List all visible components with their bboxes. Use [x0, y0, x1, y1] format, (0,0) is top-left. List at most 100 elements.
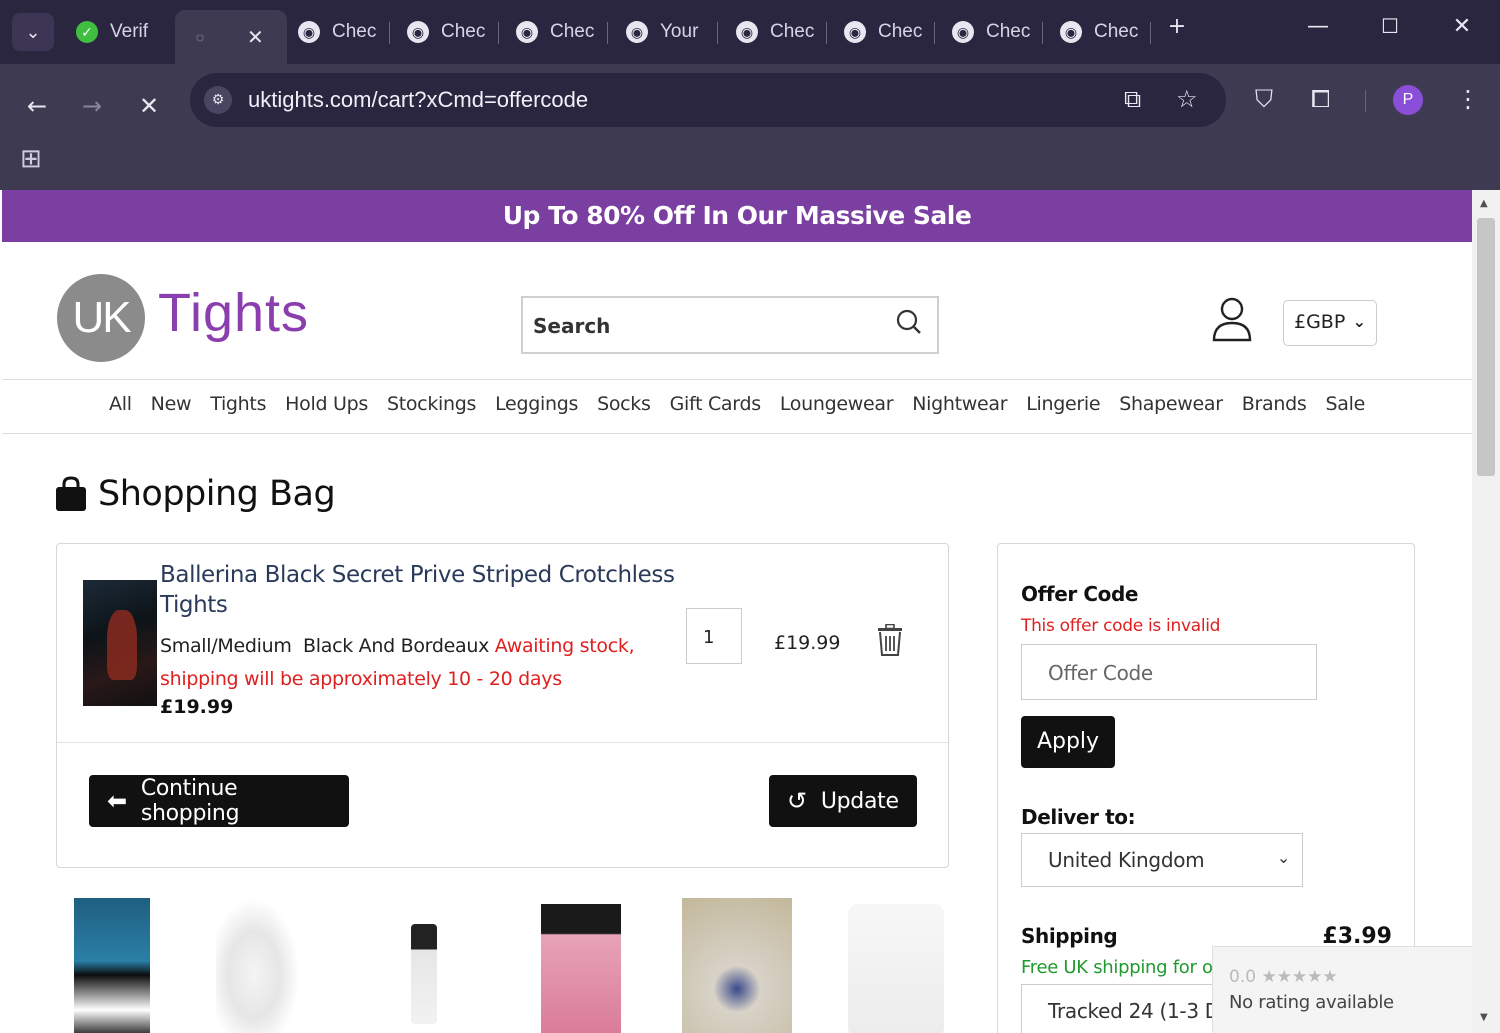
tab-item[interactable]: ◉ Chec — [952, 10, 1034, 54]
nav-item-tights[interactable]: Tights — [201, 393, 276, 415]
new-tab-plus-icon[interactable]: + — [1157, 14, 1197, 39]
tab-label: Verif — [110, 21, 149, 42]
browser-toolbar: ← → ✕ ⚙ uktights.com/cart?xCmd=offercode… — [0, 64, 1500, 190]
logo-circle[interactable]: UK — [57, 274, 145, 362]
continue-shopping-label: Continue shopping — [140, 776, 240, 826]
country-value: United Kingdom — [1048, 848, 1205, 872]
forward-arrow-icon[interactable]: → — [72, 86, 112, 126]
nav-item-stockings[interactable]: Stockings — [377, 393, 485, 415]
tab-item[interactable]: ◉ Chec — [844, 10, 926, 54]
arrow-left-icon: ⬅ — [107, 787, 127, 815]
cart-items-panel: Ballerina Black Secret Prive Striped Cro… — [56, 543, 949, 868]
nav-item-new[interactable]: New — [141, 393, 201, 415]
product-thumb[interactable] — [848, 904, 944, 1033]
rating-widget[interactable]: 0.0 ★★★★★ No rating available — [1212, 946, 1472, 1033]
profile-avatar[interactable]: P — [1393, 85, 1423, 115]
tab-item[interactable]: ◉ Chec — [407, 10, 489, 54]
currency-select[interactable]: £GBP ⌄ — [1283, 300, 1377, 346]
tab-item[interactable]: ◉ Your — [626, 10, 708, 54]
tab-label: Chec — [550, 21, 595, 42]
apps-grid-icon[interactable]: ⊞ — [20, 144, 42, 174]
globe-icon: ◉ — [736, 21, 758, 43]
tab-label: Chec — [986, 21, 1031, 42]
product-thumb[interactable] — [682, 898, 792, 1033]
product-thumb[interactable] — [74, 898, 150, 1033]
nav-item-lingerie[interactable]: Lingerie — [1017, 393, 1110, 415]
address-bar[interactable]: ⚙ uktights.com/cart?xCmd=offercode ⧉ ☆ — [190, 73, 1226, 127]
scroll-down-icon[interactable]: ▼ — [1480, 1012, 1488, 1023]
search-input[interactable]: Search — [521, 296, 939, 354]
tab-item[interactable]: ◉ Chec — [516, 10, 598, 54]
product-thumb[interactable] — [411, 924, 437, 1024]
nav-item-all[interactable]: All — [100, 393, 142, 415]
chevron-down-icon: ⌄ — [1352, 312, 1366, 331]
rating-score: 0.0 ★★★★★ — [1229, 967, 1338, 987]
search-icon[interactable] — [895, 308, 923, 343]
scroll-up-icon[interactable]: ▲ — [1480, 198, 1488, 209]
nav-item-shapewear[interactable]: Shapewear — [1110, 393, 1232, 415]
main-nav: All New Tights Hold Ups Stockings Leggin… — [2, 393, 1472, 415]
extensions-puzzle-icon[interactable]: ⧠ — [1311, 85, 1330, 113]
product-variant: Small/Medium Black And Bordeaux Awaiting… — [160, 630, 680, 696]
tab-search-dropdown[interactable]: ⌄ — [12, 13, 54, 51]
nav-item-leggings[interactable]: Leggings — [486, 393, 588, 415]
maximize-icon[interactable]: ☐ — [1370, 14, 1410, 38]
globe-icon: ◉ — [298, 21, 320, 43]
shopping-bag-icon — [56, 476, 86, 511]
globe-icon: ◉ — [407, 21, 429, 43]
product-image[interactable] — [83, 580, 157, 706]
nav-item-sale[interactable]: Sale — [1316, 393, 1374, 415]
promo-banner[interactable]: Up To 80% Off In Our Massive Sale — [2, 190, 1472, 242]
search-placeholder: Search — [533, 314, 611, 338]
quantity-input[interactable]: 1 — [686, 608, 742, 664]
product-thumb[interactable] — [541, 904, 621, 1033]
minimize-icon[interactable]: — — [1298, 14, 1338, 39]
back-arrow-icon[interactable]: ← — [17, 86, 57, 126]
nav-item-loungewear[interactable]: Loungewear — [770, 393, 902, 415]
nav-item-hold-ups[interactable]: Hold Ups — [276, 393, 378, 415]
apply-button[interactable]: Apply — [1021, 716, 1115, 768]
nav-item-nightwear[interactable]: Nightwear — [903, 393, 1017, 415]
tab-verify[interactable]: ✓ Verif — [64, 10, 164, 54]
tab-label: Chec — [332, 21, 377, 42]
update-button[interactable]: ↺ Update — [769, 775, 917, 827]
url-text[interactable]: uktights.com/cart?xCmd=offercode — [248, 87, 588, 113]
site-settings-icon[interactable]: ⚙ — [204, 86, 232, 114]
browser-tab-bar: ⌄ ✓ Verif ◌ ✕ ◉ Chec ◉ Chec ◉ Chec ◉ Your ◉ C… — [0, 0, 1500, 64]
shipping-heading: Shipping — [1021, 924, 1118, 948]
tab-label: Chec — [770, 21, 815, 42]
product-size: Small/Medium — [160, 635, 292, 657]
scroll-thumb[interactable] — [1477, 218, 1495, 476]
offer-code-input[interactable]: Offer Code — [1021, 644, 1317, 700]
globe-icon: ◉ — [516, 21, 538, 43]
kebab-menu-icon[interactable]: ⋮ — [1456, 85, 1480, 113]
translate-icon[interactable]: ⧉ — [1124, 85, 1141, 113]
tab-item[interactable]: ◉ Chec — [298, 10, 380, 54]
product-thumb[interactable] — [216, 898, 300, 1033]
stop-loading-icon[interactable]: ✕ — [129, 86, 169, 126]
page-scrollbar[interactable]: ▲ ▼ — [1472, 190, 1500, 1033]
account-user-icon[interactable] — [1210, 296, 1254, 342]
loading-spinner-icon: ◌ — [195, 29, 205, 45]
product-name-link[interactable]: Ballerina Black Secret Prive Striped Cro… — [160, 560, 700, 620]
window-close-icon[interactable]: ✕ — [1442, 14, 1482, 39]
page-title: Shopping Bag — [54, 474, 336, 514]
chevron-down-icon: ⌄ — [1276, 848, 1290, 867]
country-select[interactable]: United Kingdom ⌄ — [1021, 833, 1303, 887]
nav-item-brands[interactable]: Brands — [1232, 393, 1316, 415]
continue-shopping-button[interactable]: ⬅ Continue shopping — [89, 775, 349, 827]
logo-wordmark[interactable]: Tights — [158, 282, 309, 344]
tab-item[interactable]: ◉ Chec — [1060, 10, 1142, 54]
nav-item-gift-cards[interactable]: Gift Cards — [660, 393, 770, 415]
trash-icon[interactable] — [877, 623, 903, 656]
tab-active-loading[interactable]: ◌ ✕ — [175, 10, 287, 64]
bookmark-star-icon[interactable]: ☆ — [1176, 85, 1198, 113]
tab-close-icon[interactable]: ✕ — [247, 25, 264, 50]
globe-icon: ◉ — [1060, 21, 1082, 43]
tab-label: Chec — [878, 21, 923, 42]
tab-item[interactable]: ◉ Chec — [736, 10, 818, 54]
shield-extension-icon[interactable]: ⛉ — [1255, 85, 1273, 113]
free-shipping-note: Free UK shipping for o — [1021, 957, 1213, 978]
currency-value: £GBP — [1294, 311, 1346, 333]
nav-item-socks[interactable]: Socks — [588, 393, 661, 415]
